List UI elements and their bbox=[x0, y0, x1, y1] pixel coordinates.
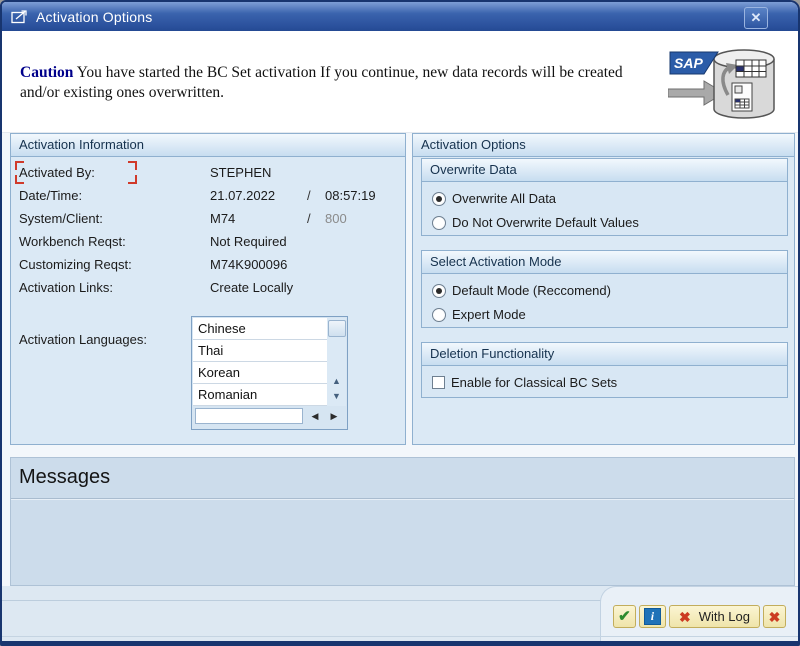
activation-mode-group: Select Activation Mode Default Mode (Rec… bbox=[421, 250, 788, 328]
radio-unselected-icon[interactable] bbox=[432, 308, 446, 322]
field-value: STEPHEN bbox=[210, 165, 307, 180]
listbox-bottom-bar: ◀ ▶ bbox=[192, 405, 347, 429]
vertical-scrollbar[interactable]: ▲ ▼ bbox=[327, 318, 346, 406]
messages-title: Messages bbox=[11, 458, 794, 489]
cancel-button[interactable]: ✖ bbox=[763, 605, 786, 628]
radio-label: Overwrite All Data bbox=[452, 191, 556, 206]
info-row-system-client: System/Client: M74 / 800 bbox=[11, 207, 405, 230]
list-item[interactable]: Thai bbox=[193, 340, 327, 362]
info-row-date-time: Date/Time: 21.07.2022 / 08:57:19 bbox=[11, 184, 405, 207]
messages-section: Messages bbox=[10, 457, 795, 586]
scrollbar-thumb[interactable] bbox=[328, 320, 346, 337]
green-check-icon: ✔ bbox=[618, 609, 631, 624]
field-label: Workbench Reqst: bbox=[11, 234, 210, 249]
list-item[interactable]: Korean bbox=[193, 362, 327, 384]
field-label: Activation Links: bbox=[11, 280, 210, 295]
radio-label: Do Not Overwrite Default Values bbox=[452, 215, 639, 230]
footer-bottom-line bbox=[2, 636, 798, 637]
scroll-down-icon[interactable]: ▼ bbox=[329, 390, 344, 403]
with-log-button[interactable]: ✖ With Log bbox=[669, 605, 760, 628]
field-separator: / bbox=[307, 188, 325, 203]
field-label: System/Client: bbox=[11, 211, 210, 226]
activation-options-panel: Activation Options Overwrite Data Overwr… bbox=[412, 133, 795, 445]
sap-database-illustration: SAP bbox=[668, 47, 790, 128]
activation-information-header: Activation Information bbox=[11, 134, 405, 157]
radio-default-mode[interactable]: Default Mode (Reccomend) bbox=[422, 283, 787, 298]
field-value: Not Required bbox=[210, 234, 307, 249]
dialog-title: Activation Options bbox=[36, 9, 152, 25]
confirm-button[interactable]: ✔ bbox=[613, 605, 636, 628]
footer-buttons: ✔ i ✖ With Log ✖ bbox=[613, 605, 786, 628]
red-x-icon: ✖ bbox=[769, 610, 781, 624]
list-item[interactable]: Romanian bbox=[193, 384, 327, 406]
info-row-activated-by: Activated By: STEPHEN bbox=[11, 161, 405, 184]
info-row-workbench-reqst: Workbench Reqst: Not Required bbox=[11, 230, 405, 253]
radio-selected-icon[interactable] bbox=[432, 284, 446, 298]
deletion-functionality-group: Deletion Functionality Enable for Classi… bbox=[421, 342, 788, 398]
field-label: Customizing Reqst: bbox=[11, 257, 210, 272]
info-rows: Activated By: STEPHEN Date/Time: 21.07.2… bbox=[11, 157, 405, 299]
activation-mode-header: Select Activation Mode bbox=[422, 251, 787, 274]
field-value: Create Locally bbox=[210, 280, 307, 295]
dialog-window-icon bbox=[11, 9, 29, 24]
info-row-customizing-reqst: Customizing Reqst: M74K900096 bbox=[11, 253, 405, 276]
overwrite-data-group: Overwrite Data Overwrite All Data Do Not… bbox=[421, 158, 788, 236]
caution-body: You have started the BC Set activation I… bbox=[20, 64, 623, 101]
overwrite-data-header: Overwrite Data bbox=[422, 159, 787, 182]
radio-overwrite-all-data[interactable]: Overwrite All Data bbox=[422, 191, 787, 206]
info-row-activation-links: Activation Links: Create Locally bbox=[11, 276, 405, 299]
field-value: 21.07.2022 bbox=[210, 188, 307, 203]
checkbox-unchecked-icon[interactable] bbox=[432, 376, 445, 389]
radio-selected-icon[interactable] bbox=[432, 192, 446, 206]
radio-label: Expert Mode bbox=[452, 307, 526, 322]
radio-label: Default Mode (Reccomend) bbox=[452, 283, 611, 298]
activation-options-header: Activation Options bbox=[413, 134, 794, 157]
caution-label: Caution bbox=[20, 64, 73, 81]
language-filter-input[interactable] bbox=[195, 408, 303, 424]
radio-unselected-icon[interactable] bbox=[432, 216, 446, 230]
radio-do-not-overwrite-defaults[interactable]: Do Not Overwrite Default Values bbox=[422, 215, 787, 230]
field-label: Activated By: bbox=[11, 165, 210, 180]
field-value2: 08:57:19 bbox=[325, 188, 376, 203]
with-log-label: With Log bbox=[699, 609, 750, 624]
deletion-functionality-header: Deletion Functionality bbox=[422, 343, 787, 366]
language-list: Chinese Thai Korean Romanian bbox=[193, 318, 327, 406]
field-value: M74K900096 bbox=[210, 257, 307, 272]
field-value2: 800 bbox=[325, 211, 347, 226]
footer-bar: ✔ i ✖ With Log ✖ bbox=[2, 586, 798, 641]
checkbox-enable-classical-bc-sets[interactable]: Enable for Classical BC Sets bbox=[422, 375, 787, 390]
messages-divider bbox=[11, 498, 794, 500]
field-value: M74 bbox=[210, 211, 307, 226]
caution-message: Caution You have started the BC Set acti… bbox=[20, 63, 660, 103]
scroll-left-icon[interactable]: ◀ bbox=[307, 408, 323, 425]
field-label: Date/Time: bbox=[11, 188, 210, 203]
title-bar: Activation Options ✕ bbox=[2, 2, 798, 31]
activation-languages-label: Activation Languages: bbox=[19, 332, 147, 347]
scroll-up-icon[interactable]: ▲ bbox=[329, 375, 344, 388]
checkbox-label: Enable for Classical BC Sets bbox=[451, 375, 617, 390]
activation-information-panel: Activation Information Activated By: STE… bbox=[10, 133, 406, 445]
list-item[interactable]: Chinese bbox=[193, 318, 327, 340]
field-separator: / bbox=[307, 211, 325, 226]
activation-languages-listbox: Chinese Thai Korean Romanian ▲ ▼ ◀ ▶ bbox=[191, 316, 348, 430]
info-icon: i bbox=[644, 608, 661, 625]
caution-band: Caution You have started the BC Set acti… bbox=[2, 31, 798, 133]
info-button[interactable]: i bbox=[639, 605, 666, 628]
radio-expert-mode[interactable]: Expert Mode bbox=[422, 307, 787, 322]
svg-text:SAP: SAP bbox=[674, 55, 703, 71]
scroll-right-icon[interactable]: ▶ bbox=[326, 408, 342, 425]
activation-options-dialog: Activation Options ✕ Caution You have st… bbox=[0, 0, 800, 646]
close-icon[interactable]: ✕ bbox=[744, 7, 768, 29]
red-x-icon: ✖ bbox=[679, 610, 691, 624]
